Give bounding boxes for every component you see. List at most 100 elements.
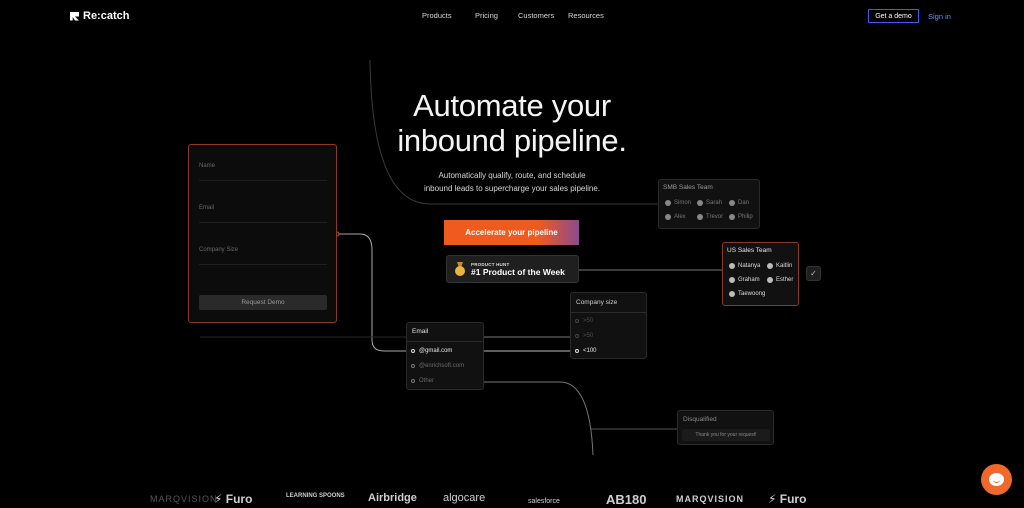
port-icon [411,379,415,383]
menu-item-resources[interactable]: Resources [568,11,604,20]
medal-icon [455,262,465,276]
member-name: Esther [776,277,794,283]
smb-sales-team-card: SMB Sales Team Simon Sarah Dan Alex Trev… [658,179,760,229]
flow-connectors [200,59,722,456]
accelerate-pipeline-button[interactable]: Accelerate your pipeline [444,220,579,245]
us-team-title: US Sales Team [727,247,772,254]
smb-member: Dan [729,200,749,206]
size-option-3[interactable]: <100 [575,348,597,354]
main-menu: Products Pricing Customers Resources [422,11,604,20]
top-nav: Re:catch Products Pricing Customers Reso… [0,0,1024,32]
size-option-1[interactable]: >50 [575,318,593,324]
smb-member: Simon [665,200,691,206]
email-node-title: Email [412,328,429,335]
hero-title-line-2: inbound pipeline. [397,123,627,158]
node-divider [571,312,646,313]
logo-furo: ⚡ Furo [214,492,253,506]
hero-subtitle-line-2: inbound leads to supercharge your sales … [423,184,601,193]
disqualified-message: Thank you for your request! [682,429,770,441]
avatar [665,200,671,206]
name-field[interactable] [199,180,327,181]
form-label-company-size: Company Size [199,247,239,253]
logo-learning-spoons: LEARNING SPOONS [286,493,345,499]
logo-ab180: AB180 [606,492,647,507]
member-name: Alex [674,214,686,220]
smb-member: Alex [665,214,686,220]
email-option-label: @enrichsoft.com [419,363,465,369]
avatar [729,291,735,297]
menu-item-products[interactable]: Products [422,11,475,20]
menu-item-customers[interactable]: Customers [518,11,568,20]
smb-member: Philip [729,214,753,220]
hero-subtitle: Automatically qualify, route, and schedu… [0,169,1024,195]
member-name: Philip [738,214,753,220]
brand-logo[interactable]: Re:catch [70,10,129,22]
avatar [729,214,735,220]
demo-form-card: Name Email Company Size Request Demo [188,144,337,323]
company-size-node: Company size >50 >50 <100 [570,292,647,359]
port-icon [411,349,415,353]
logo-salesforce: salesforce [528,498,560,505]
us-member: Kaitlin [767,263,792,269]
node-divider [407,341,483,342]
company-size-field[interactable] [199,264,327,265]
chat-launcher-button[interactable] [981,464,1012,495]
email-option-label: Other [419,378,435,384]
menu-item-pricing[interactable]: Pricing [475,11,518,20]
avatar [729,200,735,206]
brand-name: Re:catch [83,10,130,22]
size-option-label: >50 [583,333,594,339]
disqualified-card: Disqualified Thank you for your request! [677,410,774,445]
logo-marqvision: MARQVISION [150,494,218,504]
avatar [697,214,703,220]
us-member: Natanya [729,263,760,269]
email-field[interactable] [199,222,327,223]
sign-in-link[interactable]: Sign in [928,12,951,21]
size-option-2[interactable]: >50 [575,333,593,339]
form-label-name: Name [199,163,216,169]
logo-furo-2: ⚡ Furo [768,492,807,506]
member-name: Simon [674,200,692,206]
avatar [767,263,773,269]
disqualified-title: Disqualified [683,416,717,423]
logo-algocare: algocare [443,492,486,504]
member-name: Dan [738,200,750,206]
size-node-title: Company size [576,299,618,306]
hero-title-line-1: Automate your [413,88,611,123]
badge-title: #1 Product of the Week [471,266,565,277]
logo-airbridge: Airbridge [368,492,417,504]
email-option-gmail[interactable]: @gmail.com [411,348,452,354]
logo-furo-text: Furo [779,492,807,506]
form-label-email: Email [199,205,215,211]
recatch-logo-icon [70,11,79,21]
hero-title: Automate your inbound pipeline. [0,88,1024,158]
product-hunt-badge[interactable]: PRODUCT HUNT #1 Product of the Week [446,255,579,283]
avatar [767,277,773,283]
chat-icon [989,473,1004,486]
avatar [665,214,671,220]
check-icon: ✓ [806,266,821,281]
email-option-label: @gmail.com [419,348,453,354]
email-option-other[interactable]: Other [411,378,434,384]
us-member: Taewoong [729,291,765,297]
smb-member: Trevor [697,214,723,220]
us-sales-team-card: US Sales Team Natanya Kaitlin Graham Est… [722,242,799,306]
member-name: Sarah [706,200,723,206]
hero-subtitle-line-1: Automatically qualify, route, and schedu… [438,171,586,180]
avatar [697,200,703,206]
member-name: Natanya [738,263,761,269]
get-demo-button[interactable]: Get a demo [868,9,919,23]
port-icon [575,319,579,323]
logo-marqvision-2: MARQVISION [676,494,745,504]
member-name: Taewoong [738,291,766,297]
logo-furo-text: Furo [225,492,253,506]
email-option-enrichsoft[interactable]: @enrichsoft.com [411,363,464,369]
size-option-label: <100 [583,348,597,354]
email-router-node: Email @gmail.com @enrichsoft.com Other [406,322,484,390]
smb-member: Sarah [697,200,722,206]
request-demo-button[interactable]: Request Demo [199,295,327,310]
size-option-label: >50 [583,318,594,324]
member-name: Kaitlin [776,263,793,269]
us-member: Graham [729,277,760,283]
port-icon [575,349,579,353]
